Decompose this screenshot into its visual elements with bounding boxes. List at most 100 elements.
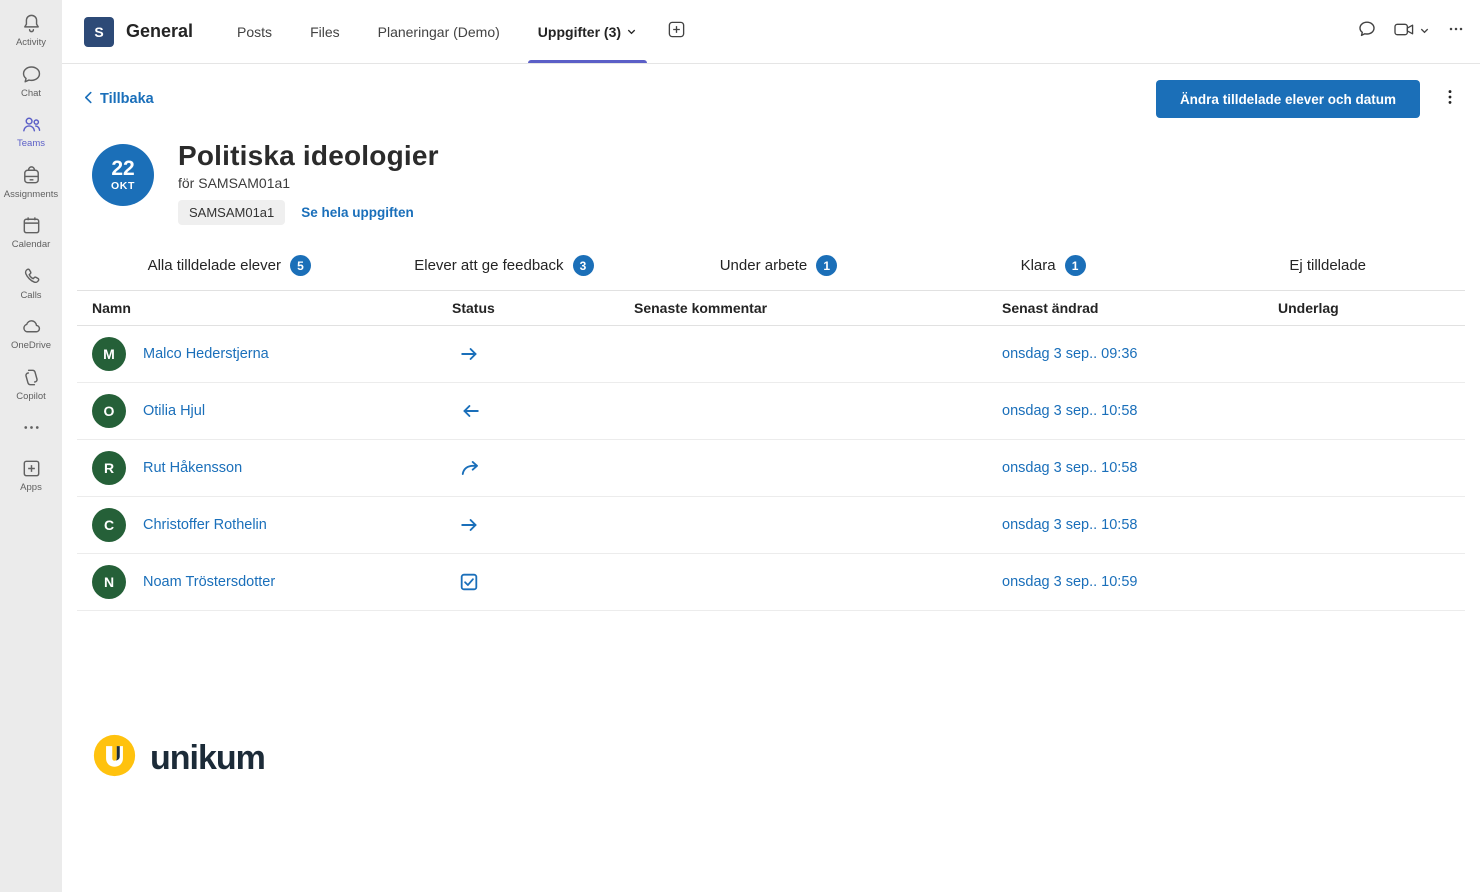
chevron-left-icon <box>84 91 93 108</box>
conversation-icon <box>1357 19 1377 44</box>
sidebar-label: Assignments <box>3 188 59 200</box>
channel-title: General <box>126 21 194 41</box>
unikum-wordmark: unikum <box>150 738 266 777</box>
sidebar-label: Teams <box>17 138 45 149</box>
column-header-namn: Namn <box>92 300 131 316</box>
app-rail: Activity Chat Teams Assignments Calendar… <box>0 0 62 892</box>
filter-label: Under arbete <box>719 257 808 274</box>
chat-icon <box>20 63 43 86</box>
more-icon <box>20 416 43 439</box>
sidebar-item-more[interactable] <box>0 408 62 449</box>
chevron-down-icon <box>1419 23 1430 41</box>
count-badge: 5 <box>290 255 311 276</box>
bell-icon <box>20 12 43 35</box>
tab-planeringar[interactable]: Planeringar (Demo) <box>376 0 502 63</box>
table-row[interactable]: N Noam Tröstersdotter onsdag 3 sep.. 10:… <box>77 554 1465 611</box>
assignment-header: 22 OKT Politiska ideologier för SAMSAM01… <box>62 130 1480 225</box>
backpack-icon <box>20 164 43 187</box>
open-conversation-button[interactable] <box>1357 19 1377 44</box>
last-modified: onsdag 3 sep.. 10:58 <box>1002 403 1138 419</box>
copilot-icon <box>20 366 43 389</box>
filter-tab-all[interactable]: Alla tilldelade elever 5 <box>92 249 367 290</box>
status-arrow-left-icon <box>452 402 634 420</box>
last-modified: onsdag 3 sep.. 10:59 <box>1002 574 1138 590</box>
tab-posts[interactable]: Posts <box>235 0 274 63</box>
filter-tab-in-progress[interactable]: Under arbete 1 <box>641 249 916 290</box>
more-options-button[interactable] <box>1446 19 1466 44</box>
column-header-underlag: Underlag <box>1278 300 1339 316</box>
phone-icon <box>20 265 43 288</box>
calendar-icon <box>20 214 43 237</box>
sidebar-item-onedrive[interactable]: OneDrive <box>0 307 62 358</box>
filter-label: Elever att ge feedback <box>414 257 564 274</box>
table-row[interactable]: R Rut Håkensson onsdag 3 sep.. 10:58 <box>77 440 1465 497</box>
teams-window: Activity Chat Teams Assignments Calendar… <box>0 0 1480 892</box>
sidebar-item-apps[interactable]: Apps <box>0 449 62 500</box>
status-arrow-right-icon <box>452 345 634 363</box>
sidebar-item-copilot[interactable]: Copilot <box>0 358 62 409</box>
group-chip[interactable]: SAMSAM01a1 <box>178 200 286 225</box>
sidebar-label: Activity <box>15 37 47 48</box>
status-filter-tabs: Alla tilldelade elever 5 Elever att ge f… <box>92 249 1465 290</box>
student-name-link[interactable]: Christoffer Rothelin <box>143 517 267 533</box>
table-row[interactable]: M Malco Hederstjerna onsdag 3 sep.. 09:3… <box>77 326 1465 383</box>
unikum-logo: unikum <box>92 733 1480 783</box>
channel-tabs: Posts Files Planeringar (Demo) Uppgifter… <box>235 0 686 63</box>
assignment-title: Politiska ideologier <box>178 140 439 171</box>
sidebar-item-assignments[interactable]: Assignments <box>0 156 62 207</box>
apps-icon <box>20 457 43 480</box>
student-name-link[interactable]: Otilia Hjul <box>143 403 205 419</box>
header-actions <box>1357 19 1466 44</box>
see-full-assignment-link[interactable]: Se hela uppgiften <box>301 205 414 220</box>
tab-label: Uppgifter (3) <box>537 23 622 40</box>
filter-tab-unassigned[interactable]: Ej tilldelade <box>1190 249 1465 290</box>
tab-label: Planeringar (Demo) <box>377 23 500 40</box>
due-date-day: 22 <box>111 157 135 181</box>
count-badge: 1 <box>1064 255 1086 276</box>
more-horizontal-icon <box>1446 19 1466 44</box>
student-name-link[interactable]: Rut Håkensson <box>143 460 242 476</box>
status-arrow-forward-icon <box>452 459 634 477</box>
table-header-row: Namn Status Senaste kommentar Senast änd… <box>77 290 1465 326</box>
filter-label: Ej tilldelade <box>1289 257 1367 274</box>
sidebar-item-activity[interactable]: Activity <box>0 4 62 55</box>
sidebar-item-teams[interactable]: Teams <box>0 105 62 156</box>
table-row[interactable]: C Christoffer Rothelin onsdag 3 sep.. 10… <box>77 497 1465 554</box>
sidebar-label: Calls <box>20 289 42 301</box>
last-modified: onsdag 3 sep.. 10:58 <box>1002 460 1138 476</box>
tab-uppgifter[interactable]: Uppgifter (3) <box>527 0 648 63</box>
edit-assigned-students-button[interactable]: Ändra tilldelade elever och datum <box>1155 80 1420 118</box>
sidebar-label: Apps <box>20 482 42 493</box>
meet-button[interactable] <box>1393 20 1430 44</box>
sidebar-item-calls[interactable]: Calls <box>0 257 62 308</box>
avatar: N <box>92 565 126 599</box>
back-link[interactable]: Tillbaka <box>84 91 154 108</box>
add-tab-button[interactable] <box>667 0 686 63</box>
filter-label: Klara <box>1020 257 1056 274</box>
student-name-link[interactable]: Noam Tröstersdotter <box>143 574 275 590</box>
kebab-menu-button[interactable] <box>1434 83 1466 116</box>
students-table: Namn Status Senaste kommentar Senast änd… <box>77 290 1465 611</box>
sidebar-item-calendar[interactable]: Calendar <box>0 206 62 257</box>
due-date-month: OKT <box>111 180 135 193</box>
add-tab-icon <box>667 20 686 44</box>
filter-label: Alla tilldelade elever <box>147 257 281 274</box>
student-name-link[interactable]: Malco Hederstjerna <box>143 346 269 362</box>
sidebar-label: Calendar <box>11 239 51 250</box>
avatar: R <box>92 451 126 485</box>
due-date-badge: 22 OKT <box>92 144 154 206</box>
table-row[interactable]: O Otilia Hjul onsdag 3 sep.. 10:58 <box>77 383 1465 440</box>
team-avatar[interactable]: S <box>84 16 114 47</box>
filter-tab-done[interactable]: Klara 1 <box>916 249 1191 290</box>
filter-tab-feedback[interactable]: Elever att ge feedback 3 <box>367 249 642 290</box>
sidebar-item-chat[interactable]: Chat <box>0 55 62 106</box>
channel-header: S General Posts Files Planeringar (Demo)… <box>62 0 1480 64</box>
column-header-kommentar: Senaste kommentar <box>634 300 768 316</box>
sidebar-label: OneDrive <box>10 340 52 351</box>
tab-files[interactable]: Files <box>308 0 342 63</box>
unikum-logo-icon <box>92 733 137 783</box>
column-header-andrad: Senast ändrad <box>1002 300 1099 316</box>
count-badge: 3 <box>572 255 594 276</box>
back-label: Tillbaka <box>100 91 154 107</box>
people-icon <box>20 113 43 136</box>
